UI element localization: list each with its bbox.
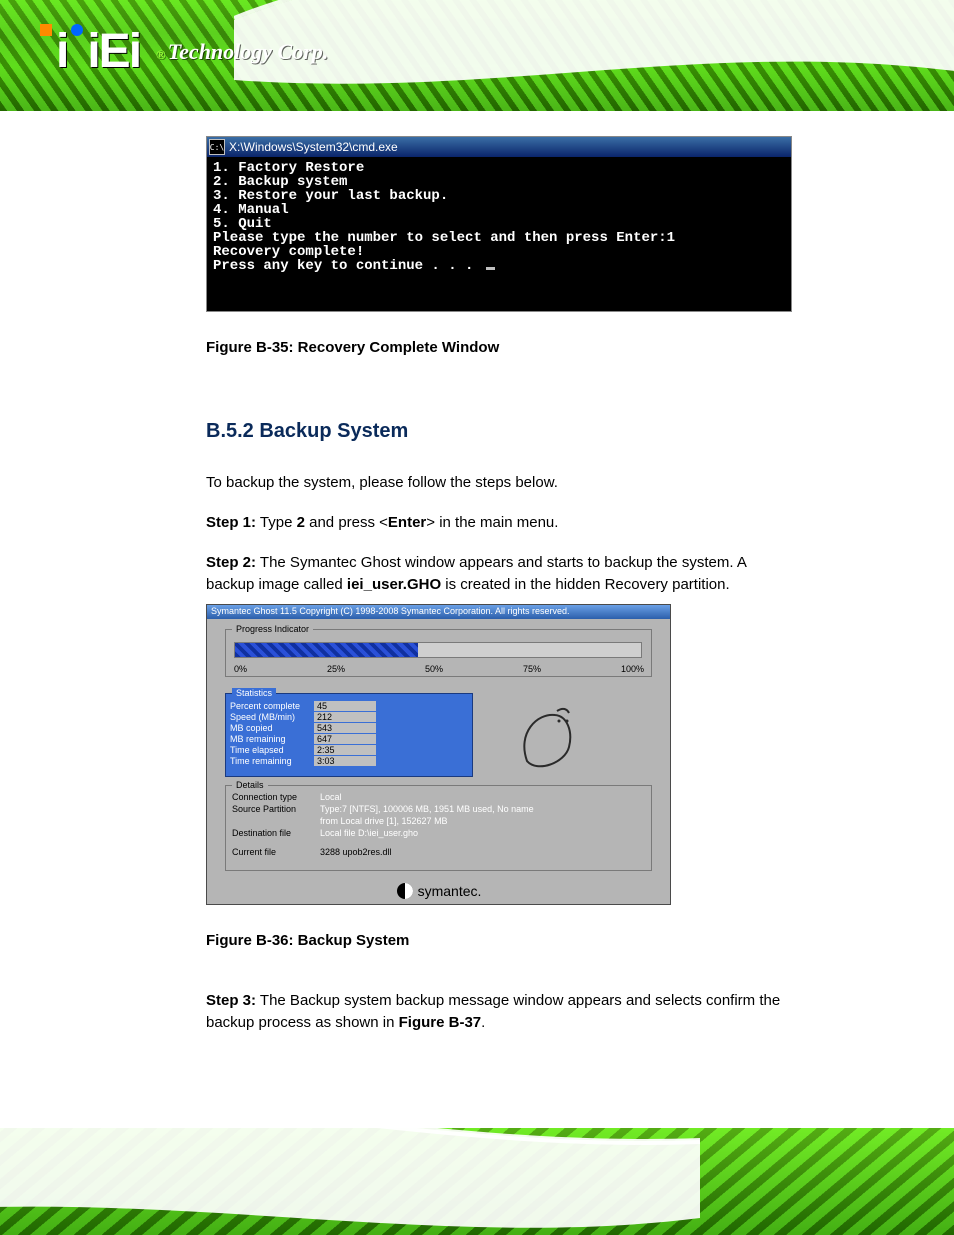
cmd-line: 3. Restore your last backup. bbox=[213, 189, 785, 203]
progress-bar bbox=[234, 642, 642, 658]
step-label: Step 1: bbox=[206, 514, 256, 531]
logo-text: iEi bbox=[87, 25, 140, 78]
header-banner: iiEi ®Technology Corp. bbox=[0, 0, 954, 111]
stat-row: MB remaining647 bbox=[230, 733, 470, 744]
cmd-title: X:\Windows\System32\cmd.exe bbox=[229, 140, 398, 154]
section-paragraph: Step 3: The Backup system backup message… bbox=[206, 990, 884, 1034]
tick-label: 75% bbox=[523, 664, 541, 674]
cmd-line: Press any key to continue . . . bbox=[213, 259, 785, 273]
footer-banner bbox=[0, 1128, 954, 1235]
stat-row: Time remaining3:03 bbox=[230, 755, 470, 766]
progress-ticks: 0% 25% 50% 75% 100% bbox=[234, 664, 644, 674]
ghost-titlebar: Symantec Ghost 11.5 Copyright (C) 1998-2… bbox=[207, 605, 670, 619]
detail-row: from Local drive [1], 152627 MB bbox=[232, 816, 534, 827]
progress-label: Progress Indicator bbox=[232, 624, 313, 634]
cmd-window-figure: C:\ X:\Windows\System32\cmd.exe 1. Facto… bbox=[206, 136, 792, 312]
ghost-mascot-icon bbox=[507, 703, 597, 771]
cmd-line: 1. Factory Restore bbox=[213, 161, 785, 175]
figure-caption: Figure B-36: Backup System bbox=[206, 932, 409, 949]
section-paragraph: To backup the system, please follow the … bbox=[206, 472, 884, 596]
header-swoop-graphic bbox=[234, 0, 954, 111]
symantec-icon bbox=[396, 882, 414, 900]
stat-row: Time elapsed2:35 bbox=[230, 744, 470, 755]
statistics-label: Statistics bbox=[232, 688, 276, 698]
step-label: Step 2: bbox=[206, 554, 256, 571]
progress-bar-fill bbox=[235, 643, 418, 657]
symantec-logo: symantec. bbox=[207, 882, 670, 900]
tick-label: 0% bbox=[234, 664, 247, 674]
logo: iiEi ®Technology Corp. bbox=[40, 24, 328, 79]
stat-row: Speed (MB/min)212 bbox=[230, 711, 470, 722]
footer-swoop-graphic bbox=[0, 1128, 700, 1235]
progress-indicator-box: Progress Indicator 0% 25% 50% 75% 100% bbox=[225, 629, 652, 677]
stat-row: Percent complete45 bbox=[230, 700, 470, 711]
section-header: B.5.2 Backup System bbox=[206, 420, 408, 443]
cmd-line: 2. Backup system bbox=[213, 175, 785, 189]
symantec-text: symantec. bbox=[418, 883, 482, 899]
logo-subtitle: ®Technology Corp. bbox=[156, 39, 328, 65]
detail-row: Connection typeLocal bbox=[232, 792, 534, 803]
detail-row: Current file3288 upob2res.dll bbox=[232, 847, 534, 858]
cmd-line: Please type the number to select and the… bbox=[213, 231, 785, 245]
cmd-icon: C:\ bbox=[209, 139, 225, 155]
step-label: Step 3: bbox=[206, 992, 256, 1009]
tick-label: 25% bbox=[327, 664, 345, 674]
cursor-icon bbox=[486, 267, 495, 270]
detail-row: Source PartitionType:7 [NTFS], 100006 MB… bbox=[232, 804, 534, 815]
cmd-titlebar: C:\ X:\Windows\System32\cmd.exe bbox=[207, 137, 791, 157]
details-label: Details bbox=[232, 780, 268, 790]
cmd-body: 1. Factory Restore 2. Backup system 3. R… bbox=[207, 157, 791, 277]
stat-row: MB copied543 bbox=[230, 722, 470, 733]
tick-label: 50% bbox=[425, 664, 443, 674]
detail-row: Destination fileLocal file D:\iei_user.g… bbox=[232, 828, 534, 839]
cmd-line: 5. Quit bbox=[213, 217, 785, 231]
tick-label: 100% bbox=[621, 664, 644, 674]
logo-mark: iiEi bbox=[40, 24, 140, 79]
ghost-window-figure: Symantec Ghost 11.5 Copyright (C) 1998-2… bbox=[206, 604, 671, 905]
cmd-line: Recovery complete! bbox=[213, 245, 785, 259]
figure-caption: Figure B-35: Recovery Complete Window bbox=[206, 339, 499, 356]
details-box: Details Connection typeLocal Source Part… bbox=[225, 785, 652, 871]
registered-icon: ® bbox=[156, 47, 166, 62]
cmd-line: 4. Manual bbox=[213, 203, 785, 217]
statistics-box: Statistics Percent complete45 Speed (MB/… bbox=[225, 693, 473, 777]
